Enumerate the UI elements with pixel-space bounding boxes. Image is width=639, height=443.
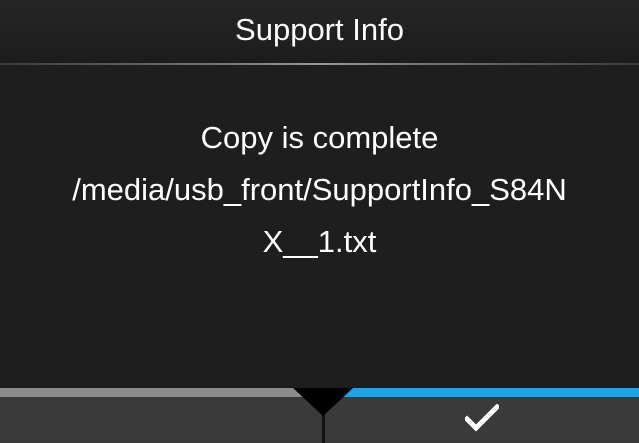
checkmark-icon (465, 404, 499, 432)
message-line-3: X__1.txt (262, 224, 377, 259)
page-title: Support Info (235, 12, 404, 47)
confirm-button[interactable] (325, 388, 639, 443)
screen: Support Info Copy is complete /media/usb… (0, 0, 639, 443)
message-line-2: /media/usb_front/SupportInfo_S84N (72, 172, 567, 207)
focus-pointer-icon (293, 388, 353, 416)
status-message: Copy is complete /media/usb_front/Suppor… (0, 112, 639, 268)
left-softkey[interactable] (0, 388, 322, 443)
message-line-1: Copy is complete (200, 120, 439, 155)
confirm-softkey-indicator (325, 388, 639, 397)
left-softkey-indicator (0, 388, 322, 397)
title-bar: Support Info (0, 0, 639, 65)
title-divider (0, 63, 639, 65)
